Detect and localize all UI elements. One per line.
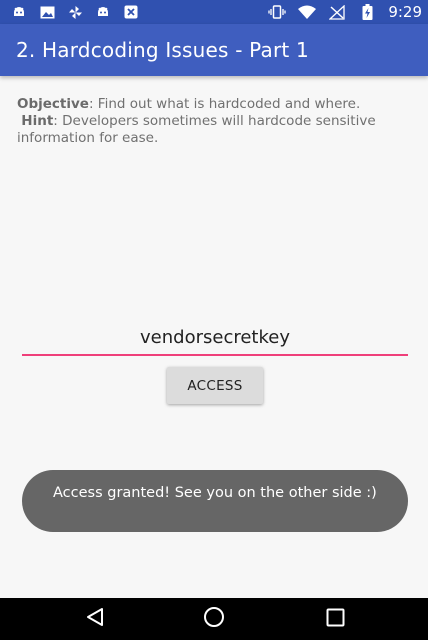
input-underline bbox=[22, 354, 408, 356]
image-icon bbox=[38, 4, 56, 20]
battery-charging-icon bbox=[358, 4, 376, 20]
navigation-bar bbox=[0, 598, 428, 640]
objective-label: Objective bbox=[17, 96, 89, 112]
back-icon bbox=[85, 607, 105, 631]
no-signal-icon bbox=[328, 4, 346, 20]
access-button[interactable]: ACCESS bbox=[167, 367, 263, 404]
toast-message: Access granted! See you on the other sid… bbox=[22, 470, 408, 532]
recents-icon bbox=[326, 608, 345, 631]
vibrate-icon bbox=[268, 4, 286, 20]
back-button[interactable] bbox=[75, 606, 115, 632]
recents-button[interactable] bbox=[315, 606, 355, 632]
app-bar: 2. Hardcoding Issues - Part 1 bbox=[0, 24, 428, 76]
status-time: 9:29 bbox=[388, 3, 422, 21]
app-bar-title: 2. Hardcoding Issues - Part 1 bbox=[16, 38, 309, 62]
pinwheel-icon bbox=[66, 4, 84, 20]
status-bar: 9:29 bbox=[0, 0, 428, 24]
wifi-icon bbox=[298, 4, 317, 20]
android-icon bbox=[94, 4, 112, 20]
objective-text: : Find out what is hardcoded and where. bbox=[88, 96, 361, 112]
secret-input-container bbox=[22, 322, 408, 356]
close-box-icon bbox=[122, 4, 140, 20]
notification-icons bbox=[10, 4, 140, 20]
android-icon bbox=[10, 4, 28, 20]
toast-text: Access granted! See you on the other sid… bbox=[53, 485, 377, 501]
instructions: Objective: Find out what is hardcoded an… bbox=[17, 96, 417, 147]
hint-text: : Developers sometimes will hardcode sen… bbox=[17, 113, 376, 146]
home-icon bbox=[203, 606, 225, 632]
system-icons: 9:29 bbox=[268, 3, 422, 21]
secret-key-input[interactable] bbox=[22, 322, 408, 353]
home-button[interactable] bbox=[194, 606, 234, 632]
hint-label: Hint bbox=[21, 113, 54, 129]
